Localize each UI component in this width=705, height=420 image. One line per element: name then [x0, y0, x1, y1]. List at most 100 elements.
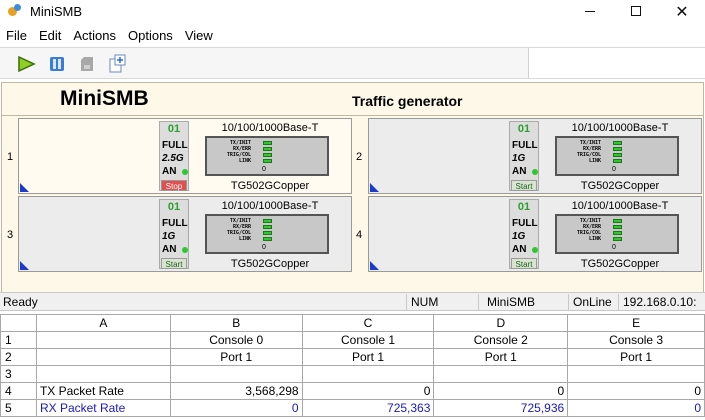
led-row: LINK: [561, 236, 631, 243]
led-icon: [263, 147, 272, 151]
grid-cell[interactable]: RX Packet Rate: [35, 399, 171, 417]
row-header[interactable]: 3: [0, 365, 37, 383]
grid-cell[interactable]: 0: [567, 399, 705, 417]
led-icon: [613, 147, 622, 151]
port-card-4[interactable]: 01 FULL 1G AN Start 10/100/1000Base-T TX…: [368, 196, 702, 272]
grid-cell[interactable]: [433, 365, 569, 383]
disk-button[interactable]: [76, 54, 98, 74]
led-panel: TX/INIT RX/ERR TRIG/COL LINK 0: [205, 136, 329, 176]
start-button[interactable]: Start: [161, 258, 187, 269]
status-app: MiniSMB: [478, 294, 568, 310]
grid-cell[interactable]: 725,936: [433, 399, 569, 417]
status-ready: Ready: [3, 295, 38, 309]
row-header[interactable]: 5: [0, 399, 37, 417]
port-number: 01: [517, 123, 531, 135]
stop-button[interactable]: Stop: [161, 180, 187, 191]
grid-cell[interactable]: Port 1: [433, 348, 569, 366]
grid-cell[interactable]: 0: [301, 382, 435, 400]
status-ip: 192.168.0.10:: [618, 294, 705, 310]
menu-options[interactable]: Options: [122, 28, 179, 43]
led-row: LINK: [561, 158, 631, 165]
table-row: 1 Console 0 Console 1 Console 2 Console …: [0, 331, 705, 349]
grid-cell[interactable]: Console 3: [567, 331, 705, 349]
maximize-button[interactable]: [613, 0, 659, 22]
header-panel: MiniSMB Traffic generator: [1, 82, 704, 116]
menu-actions[interactable]: Actions: [67, 28, 122, 43]
start-button[interactable]: Start: [511, 180, 537, 191]
grid-cell[interactable]: 3,568,298: [169, 382, 303, 400]
port-status-panel: 01 FULL 1G AN Start: [509, 199, 539, 269]
column-header[interactable]: B: [169, 314, 303, 332]
grid-cell[interactable]: 0: [567, 382, 705, 400]
port-card-3[interactable]: 01 FULL 1G AN Start 10/100/1000Base-T TX…: [18, 196, 352, 272]
menu-view[interactable]: View: [179, 28, 219, 43]
grid-cell[interactable]: Port 1: [169, 348, 303, 366]
pause-button[interactable]: [46, 54, 68, 74]
menu-bar: File Edit Actions Options View: [0, 25, 219, 45]
column-header[interactable]: E: [567, 314, 705, 332]
grid-cell[interactable]: Console 1: [301, 331, 435, 349]
led-counter: 0: [262, 244, 266, 251]
grid-cell[interactable]: 725,363: [301, 399, 435, 417]
grid-cell[interactable]: [35, 365, 171, 383]
model-label: TG502GCopper: [580, 180, 660, 192]
grid-cell[interactable]: [35, 331, 171, 349]
minimize-button[interactable]: [567, 0, 613, 22]
grid-cell[interactable]: 0: [169, 399, 303, 417]
new-document-icon: [109, 54, 126, 73]
grid-cell[interactable]: Port 1: [567, 348, 705, 366]
port-card-1[interactable]: 01 FULL 2.5G AN Stop 10/100/1000Base-T T…: [18, 118, 352, 194]
disk-icon: [81, 57, 93, 71]
status-bar: Ready NUM MiniSMB OnLine 192.168.0.10:: [0, 292, 705, 311]
led-icon: [613, 159, 622, 163]
close-button[interactable]: ✕: [659, 0, 705, 22]
row-header[interactable]: 1: [0, 331, 37, 349]
header-subtitle: Traffic generator: [352, 93, 463, 109]
menu-file[interactable]: File: [0, 28, 33, 43]
led-icon: [613, 225, 622, 229]
close-icon: ✕: [675, 1, 689, 21]
menu-edit[interactable]: Edit: [33, 28, 67, 43]
column-header[interactable]: A: [35, 314, 171, 332]
phy-label: 10/100/1000Base-T: [571, 122, 669, 134]
port-number: 01: [167, 201, 181, 213]
led-icon: [263, 225, 272, 229]
ports-area: 1 01 FULL 2.5G AN Stop 10/100/1000Base-T…: [1, 116, 704, 292]
column-header[interactable]: C: [301, 314, 435, 332]
phy-label: 10/100/1000Base-T: [221, 200, 319, 212]
led-counter: 0: [262, 166, 266, 173]
corner-marker-icon: [20, 261, 29, 270]
new-document-button[interactable]: [106, 54, 128, 74]
port-status-panel: 01 FULL 2.5G AN Stop: [159, 121, 189, 191]
speed-label: 1G: [512, 153, 526, 164]
start-button[interactable]: Start: [511, 258, 537, 269]
status-num: NUM: [406, 294, 478, 310]
speed-label: 1G: [512, 231, 526, 242]
grid-cell[interactable]: TX Packet Rate: [35, 382, 171, 400]
port-index: 4: [356, 229, 363, 241]
play-button[interactable]: [15, 54, 37, 74]
grid-cell[interactable]: [301, 365, 435, 383]
duplex-label: FULL: [162, 140, 188, 151]
grid-cell[interactable]: Console 2: [433, 331, 569, 349]
grid-cell[interactable]: [35, 348, 171, 366]
grid-cell[interactable]: 0: [433, 382, 569, 400]
grid-cell[interactable]: [567, 365, 705, 383]
table-row: 3: [0, 365, 705, 383]
autoneg-label: AN: [512, 166, 527, 177]
grid-cell[interactable]: [169, 365, 303, 383]
row-header[interactable]: 2: [0, 348, 37, 366]
led-label: LINK: [588, 158, 601, 164]
corner-cell[interactable]: [0, 314, 37, 332]
grid-cell[interactable]: Console 0: [169, 331, 303, 349]
port-card-2[interactable]: 01 FULL 1G AN Start 10/100/1000Base-T TX…: [368, 118, 702, 194]
port-number: 01: [517, 201, 531, 213]
grid-cell[interactable]: Port 1: [301, 348, 435, 366]
row-header[interactable]: 4: [0, 382, 37, 400]
led-icon: [263, 219, 272, 223]
column-header[interactable]: D: [433, 314, 569, 332]
app-icon: [6, 3, 22, 19]
duplex-label: FULL: [512, 218, 538, 229]
autoneg-label: AN: [512, 244, 527, 255]
led-label: LINK: [238, 158, 251, 164]
